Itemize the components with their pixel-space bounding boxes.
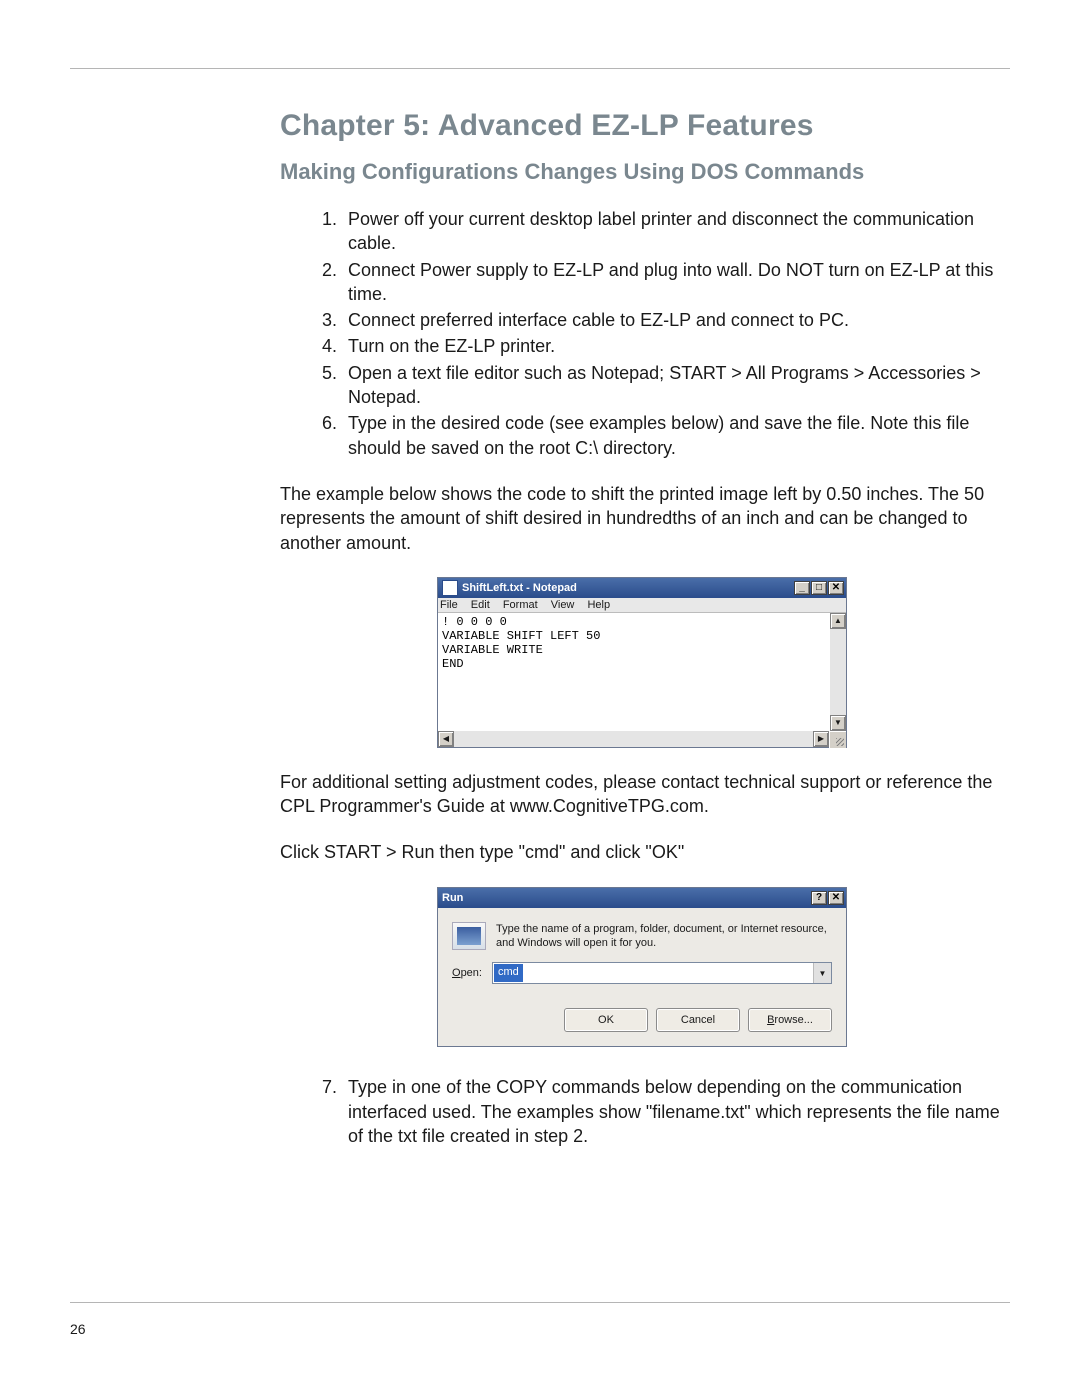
run-button-row: OK Cancel Browse... (438, 984, 846, 1046)
top-rule (70, 68, 1010, 69)
notepad-title: ShiftLeft.txt - Notepad (462, 582, 577, 594)
bottom-rule (70, 1302, 1010, 1303)
step-item: Type in one of the COPY commands below d… (342, 1075, 1004, 1148)
step-item: Connect Power supply to EZ-LP and plug i… (342, 258, 1004, 307)
steps-list-second: Type in one of the COPY commands below d… (280, 1075, 1004, 1148)
run-body: Type the name of a program, folder, docu… (438, 908, 846, 955)
notepad-titlebar: ShiftLeft.txt - Notepad _ □ ✕ (438, 578, 846, 598)
menu-view[interactable]: View (551, 599, 575, 611)
run-open-label: Open: (452, 967, 482, 979)
step-item: Open a text file editor such as Notepad;… (342, 361, 1004, 410)
steps-list-first: Power off your current desktop label pri… (280, 207, 1004, 460)
resize-grip-icon[interactable] (829, 731, 846, 748)
run-dialog: Run ? ✕ Type the name of a program, fold… (437, 887, 847, 1048)
scroll-left-icon[interactable]: ◀ (438, 731, 454, 747)
run-combobox-value[interactable]: cmd (494, 964, 523, 982)
paragraph-example-intro: The example below shows the code to shif… (280, 482, 1004, 555)
step-item: Type in the desired code (see examples b… (342, 411, 1004, 460)
menu-format[interactable]: Format (503, 599, 538, 611)
run-help-text: Type the name of a program, folder, docu… (496, 922, 832, 951)
minimize-button[interactable]: _ (794, 581, 810, 595)
paragraph-additional: For additional setting adjustment codes,… (280, 770, 1004, 819)
window-controls: _ □ ✕ (794, 581, 844, 595)
notepad-menubar: File Edit Format View Help (438, 598, 846, 613)
menu-edit[interactable]: Edit (471, 599, 490, 611)
chapter-title: Chapter 5: Advanced EZ-LP Features (280, 109, 1004, 143)
maximize-button[interactable]: □ (811, 581, 827, 595)
page-number: 26 (70, 1321, 1010, 1337)
scroll-up-icon[interactable]: ▲ (830, 613, 846, 629)
run-titlebar: Run ? ✕ (438, 888, 846, 908)
chevron-down-icon[interactable]: ▼ (813, 963, 831, 983)
notepad-text[interactable]: ! 0 0 0 0 VARIABLE SHIFT LEFT 50 VARIABL… (438, 613, 830, 731)
cancel-button[interactable]: Cancel (656, 1008, 740, 1032)
notepad-window: ShiftLeft.txt - Notepad _ □ ✕ File Edit … (437, 577, 847, 748)
paragraph-run: Click START > Run then type "cmd" and cl… (280, 840, 1004, 864)
page: Chapter 5: Advanced EZ-LP Features Makin… (0, 0, 1080, 1397)
step-item: Connect preferred interface cable to EZ-… (342, 308, 1004, 332)
menu-file[interactable]: File (440, 599, 458, 611)
vertical-scrollbar[interactable]: ▲ ▼ (830, 613, 846, 731)
close-button[interactable]: ✕ (828, 891, 844, 905)
run-open-row: Open: cmd ▼ (438, 954, 846, 984)
content-column: Chapter 5: Advanced EZ-LP Features Makin… (70, 109, 1010, 1148)
close-button[interactable]: ✕ (828, 581, 844, 595)
window-controls: ? ✕ (811, 891, 844, 905)
ok-button[interactable]: OK (564, 1008, 648, 1032)
horizontal-scrollbar[interactable]: ◀ ▶ (438, 731, 846, 747)
help-button[interactable]: ? (811, 891, 827, 905)
menu-help[interactable]: Help (587, 599, 610, 611)
section-title: Making Configurations Changes Using DOS … (280, 159, 1004, 185)
footer: 26 (70, 1302, 1010, 1337)
scroll-right-icon[interactable]: ▶ (813, 731, 829, 747)
run-combobox[interactable]: cmd ▼ (492, 962, 832, 984)
step-item: Turn on the EZ-LP printer. (342, 334, 1004, 358)
run-title: Run (442, 892, 463, 904)
browse-button[interactable]: Browse... (748, 1008, 832, 1032)
run-icon (452, 922, 486, 950)
scroll-down-icon[interactable]: ▼ (830, 715, 846, 731)
notepad-body: ! 0 0 0 0 VARIABLE SHIFT LEFT 50 VARIABL… (438, 613, 846, 731)
step-item: Power off your current desktop label pri… (342, 207, 1004, 256)
notepad-icon (442, 580, 458, 596)
